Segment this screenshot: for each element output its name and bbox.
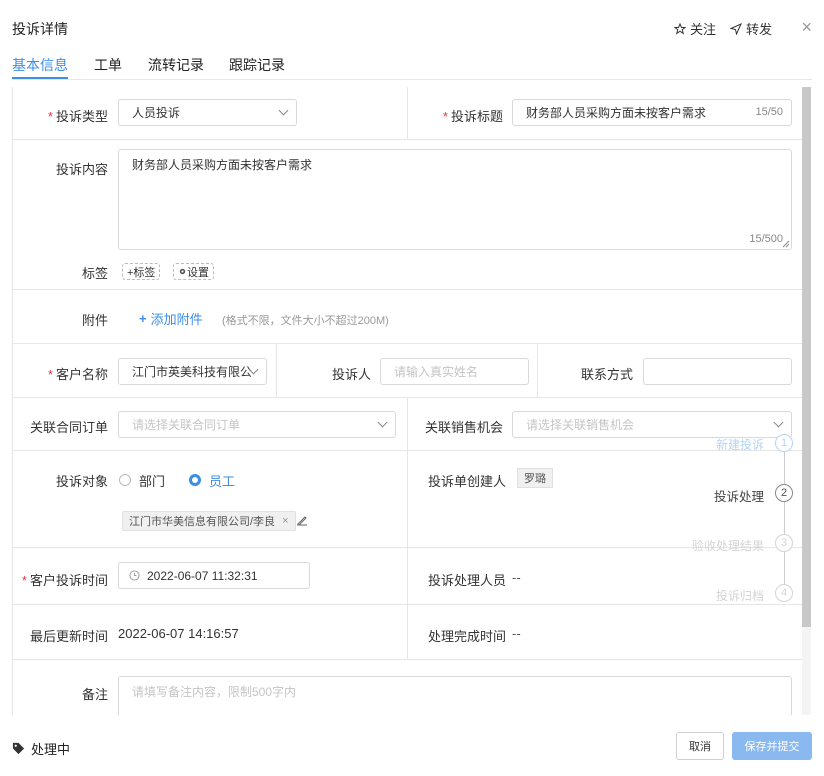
remark-textarea[interactable]: 请填写备注内容，限制500字内	[118, 676, 792, 715]
form-row-customer: * 客户名称 江门市英美科技有限公 投诉人 请输入真实姓名 联系方式	[13, 344, 802, 398]
save-submit-button[interactable]: 保存并提交	[732, 732, 812, 760]
updated-value: 2022-06-07 14:16:57	[118, 626, 239, 641]
radio-department[interactable]	[119, 474, 131, 486]
subject-label: * 投诉标题	[442, 109, 503, 124]
chevron-down-icon	[278, 105, 289, 116]
type-label: * 投诉类型	[47, 109, 108, 124]
contract-label: 关联合同订单	[29, 420, 108, 435]
plus-icon: +	[139, 311, 147, 326]
tab-tracking-records[interactable]: 跟踪记录	[229, 55, 285, 75]
chevron-down-icon	[773, 417, 784, 428]
tags-label: 标签	[81, 266, 108, 281]
complaint-type-select[interactable]: 人员投诉	[118, 99, 297, 126]
creator-chip: 罗璐	[517, 468, 553, 488]
form-row-type-subject: * 投诉类型 人员投诉 * 投诉标题 财务部人员采购方面未按客户需求 15/50	[13, 87, 802, 140]
remark-label: 备注	[81, 687, 108, 702]
finished-label: 处理完成时间	[428, 629, 507, 644]
tab-work-order[interactable]: 工单	[94, 55, 122, 75]
time-label: * 客户投诉时间	[21, 573, 108, 588]
form-row-updated: 最后更新时间 2022-06-07 14:16:57 处理完成时间 --	[13, 605, 802, 660]
star-icon	[674, 22, 686, 35]
radio-employee-label[interactable]: 员工	[209, 471, 235, 490]
form-row-attachments: 附件 + 添加附件 (格式不限，文件大小不超过200M)	[13, 290, 802, 344]
attach-hint: (格式不限，文件大小不超过200M)	[222, 315, 389, 327]
customer-select[interactable]: 江门市英美科技有限公	[118, 358, 267, 385]
form-row-content: 投诉内容 财务部人员采购方面未按客户需求 15/500 标签 +标签 设置	[13, 140, 802, 290]
content-char-count: 15/500	[749, 233, 783, 245]
form-row-target: 投诉对象 部门 员工 江门市华美信息有限公司/李良 × 投诉单创建人 罗璐	[13, 451, 802, 548]
content-textarea[interactable]: 财务部人员采购方面未按客户需求 15/500	[118, 149, 792, 250]
add-tag-button[interactable]: +标签	[122, 263, 161, 280]
add-attachment-button[interactable]: + 添加附件	[139, 309, 203, 328]
contract-select[interactable]: 请选择关联合同订单	[118, 411, 396, 438]
form-scrollbar[interactable]	[802, 87, 811, 627]
content-label: 投诉内容	[55, 162, 108, 177]
opportunity-select[interactable]: 请选择关联销售机会	[512, 411, 792, 438]
close-icon[interactable]: ×	[801, 18, 812, 36]
close-icon[interactable]: ×	[282, 515, 288, 527]
time-picker[interactable]: 2022-06-07 11:32:31	[118, 562, 310, 589]
tag-settings-button[interactable]: 设置	[173, 263, 214, 280]
updated-label: 最后更新时间	[29, 629, 108, 644]
send-icon	[730, 22, 742, 35]
subject-char-count: 15/50	[755, 106, 783, 118]
chevron-down-icon	[377, 417, 388, 428]
target-label: 投诉对象	[55, 474, 108, 489]
form-row-time: * 客户投诉时间 2022-06-07 11:32:31 投诉处理人员 --	[13, 548, 802, 605]
radio-employee[interactable]	[189, 474, 201, 486]
handler-label: 投诉处理人员	[428, 573, 507, 588]
dialog-title: 投诉详情	[12, 21, 68, 37]
complainant-input[interactable]: 请输入真实姓名	[380, 358, 529, 385]
edit-icon[interactable]	[296, 514, 308, 526]
forward-label: 转发	[746, 22, 773, 37]
form-row-remark: 备注 请填写备注内容，限制500字内	[13, 660, 802, 715]
target-chip: 江门市华美信息有限公司/李良 ×	[122, 511, 296, 531]
creator-label: 投诉单创建人	[428, 474, 507, 489]
contact-label: 联系方式	[580, 367, 633, 382]
customer-label: * 客户名称	[47, 367, 108, 382]
opportunity-label: 关联销售机会	[424, 420, 503, 435]
handler-value: --	[512, 570, 521, 585]
cancel-button[interactable]: 取消	[676, 732, 724, 760]
active-tab-indicator	[12, 77, 68, 79]
follow-button[interactable]: 关注	[674, 19, 716, 38]
status-indicator: 处理中	[12, 739, 70, 758]
resize-handle-icon[interactable]	[782, 240, 790, 248]
follow-label: 关注	[690, 22, 717, 37]
tab-basic-info[interactable]: 基本信息	[12, 55, 68, 75]
subject-input[interactable]: 财务部人员采购方面未按客户需求 15/50	[512, 99, 792, 126]
attach-label: 附件	[81, 313, 108, 328]
tab-bar: 基本信息 工单 流转记录 跟踪记录	[12, 52, 812, 80]
radio-department-label[interactable]: 部门	[139, 471, 165, 490]
dialog-header: 投诉详情 关注 转发 ×	[0, 0, 824, 52]
forward-button[interactable]: 转发	[730, 19, 772, 38]
tab-transfer-records[interactable]: 流转记录	[148, 55, 204, 75]
clock-icon	[129, 570, 140, 581]
contact-input[interactable]	[643, 358, 792, 385]
complainant-label: 投诉人	[331, 367, 371, 382]
complaint-form: * 投诉类型 人员投诉 * 投诉标题 财务部人员采购方面未按客户需求 15/50 投诉…	[12, 87, 802, 715]
finished-value: --	[512, 626, 521, 641]
form-scroll-track	[802, 627, 811, 715]
form-row-relations: 关联合同订单 请选择关联合同订单 关联销售机会 请选择关联销售机会	[13, 398, 802, 451]
gear-icon	[179, 268, 186, 275]
tag-icon	[12, 742, 25, 755]
